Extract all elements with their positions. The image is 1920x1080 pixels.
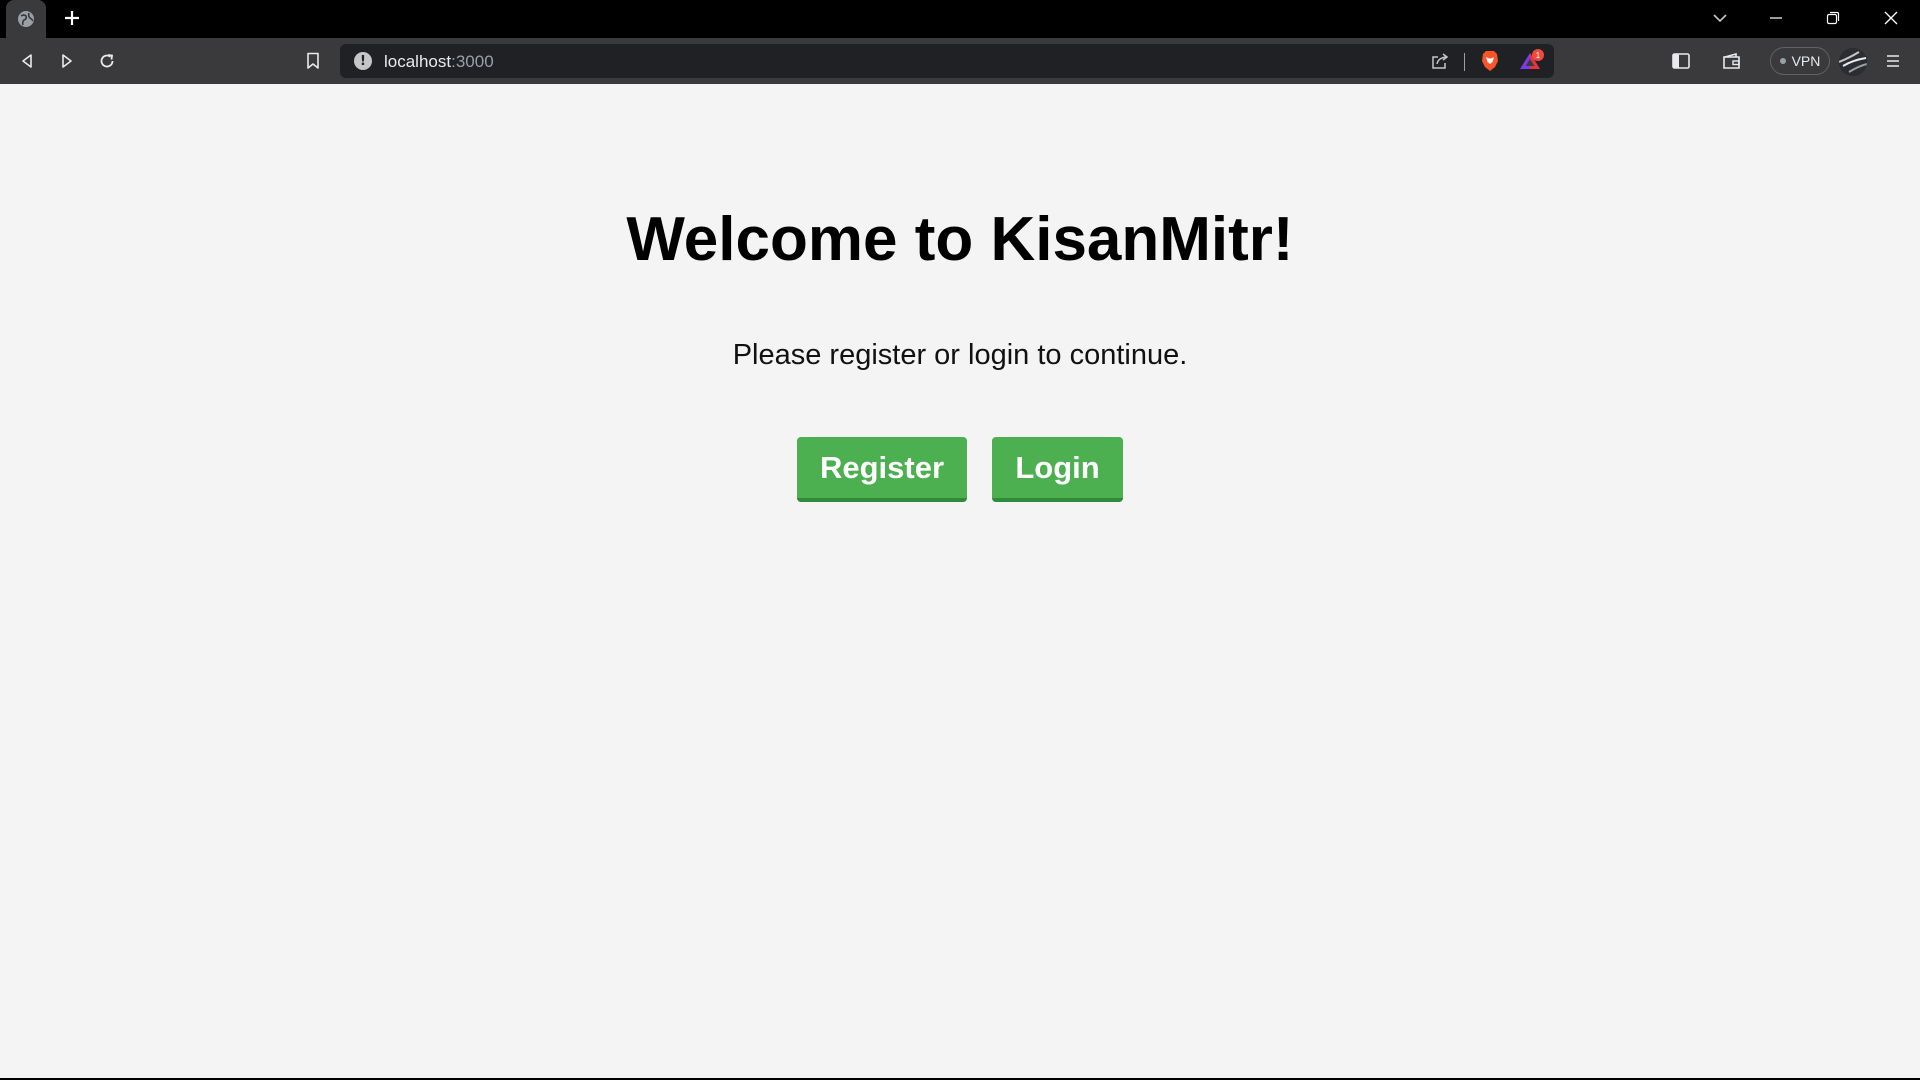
- close-window-button[interactable]: [1871, 4, 1911, 32]
- forward-arrow-icon: [59, 53, 75, 69]
- chevron-down-icon: [1712, 13, 1728, 23]
- tab-strip: [0, 0, 1920, 38]
- main-menu-button[interactable]: [1878, 46, 1908, 76]
- info-icon[interactable]: !: [354, 52, 372, 70]
- register-button[interactable]: Register: [797, 437, 967, 502]
- url-host: localhost: [384, 52, 452, 71]
- vpn-button[interactable]: VPN: [1770, 47, 1830, 75]
- tab-search-button[interactable]: [1700, 4, 1740, 32]
- wallet-button[interactable]: [1717, 46, 1747, 76]
- rewards-triangle-icon: 1: [1519, 49, 1544, 71]
- bookmark-button[interactable]: [298, 46, 328, 76]
- bookmark-icon: [306, 52, 320, 70]
- page-viewport: Welcome to KisanMitr! Please register or…: [0, 84, 1920, 1078]
- url-port: :3000: [451, 52, 494, 71]
- close-icon: [1884, 11, 1898, 25]
- vpn-status-dot: [1779, 58, 1786, 64]
- brave-lion-icon: [1480, 50, 1500, 72]
- plus-icon: [63, 9, 81, 27]
- active-tab[interactable]: [6, 0, 46, 38]
- sidebar-icon: [1672, 53, 1690, 69]
- hamburger-menu-icon: [1886, 53, 1900, 69]
- page-title: Welcome to KisanMitr!: [626, 205, 1294, 274]
- reload-button[interactable]: [92, 46, 122, 76]
- restore-icon: [1826, 11, 1840, 25]
- minimize-icon: [1769, 11, 1783, 25]
- globe-icon: [17, 10, 35, 28]
- reload-icon: [98, 52, 116, 70]
- sidebar-button[interactable]: [1666, 46, 1696, 76]
- restore-button[interactable]: [1813, 4, 1853, 32]
- new-tab-button[interactable]: [58, 4, 86, 32]
- forward-button[interactable]: [52, 46, 82, 76]
- brave-shields-button[interactable]: [1476, 48, 1504, 74]
- profile-avatar[interactable]: [1839, 48, 1867, 76]
- url-text[interactable]: localhost:3000: [384, 52, 494, 72]
- brave-rewards-button[interactable]: 1: [1516, 48, 1544, 74]
- wallet-icon: [1722, 53, 1742, 69]
- share-icon: [1430, 52, 1450, 70]
- browser-toolbar: ! localhost:3000 1 VPN: [0, 38, 1920, 84]
- vpn-label: VPN: [1791, 53, 1821, 69]
- address-bar[interactable]: ! localhost:3000 1: [340, 44, 1554, 78]
- login-button[interactable]: Login: [992, 437, 1123, 502]
- back-button[interactable]: [12, 46, 42, 76]
- minimize-button[interactable]: [1756, 4, 1796, 32]
- omnibox-separator: [1464, 53, 1465, 71]
- rewards-badge: 1: [1532, 49, 1544, 61]
- page-subtitle: Please register or login to continue.: [732, 339, 1188, 371]
- auth-button-row: Register Login: [0, 437, 1920, 502]
- share-button[interactable]: [1426, 48, 1454, 74]
- back-arrow-icon: [19, 53, 35, 69]
